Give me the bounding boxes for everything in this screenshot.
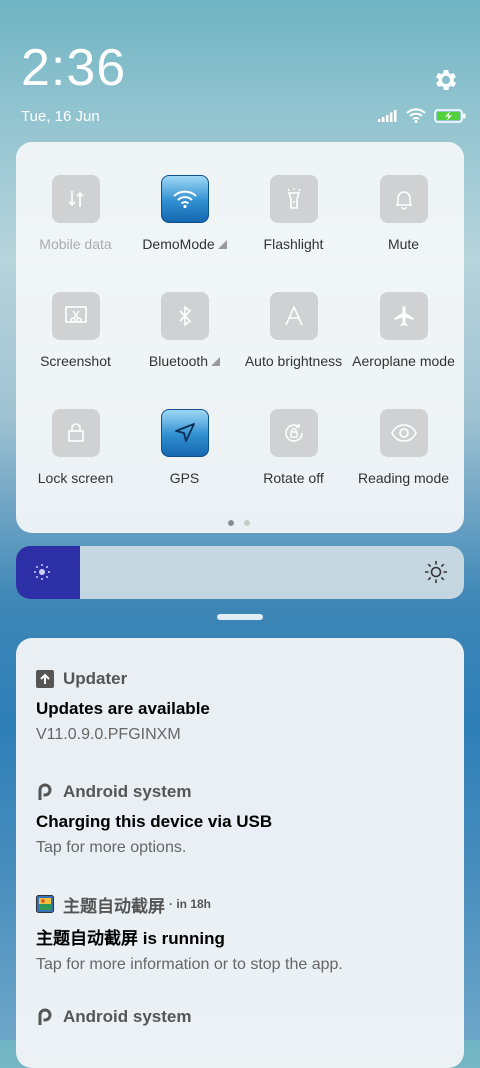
drag-handle[interactable] (217, 614, 263, 620)
signal-icon (378, 109, 397, 122)
tile-flashlight[interactable]: Flashlight (239, 175, 348, 252)
tile-mobile-data[interactable]: Mobile data (21, 175, 130, 252)
notification-header: Updater (36, 668, 456, 690)
notification-text: Tap for more options. (36, 839, 187, 856)
notification-title: Updates are available (36, 699, 210, 718)
dropdown-indicator-icon (217, 240, 227, 249)
brightness-low-icon (34, 564, 50, 580)
flashlight-icon[interactable] (269, 175, 318, 223)
system-icons (378, 108, 466, 123)
clock[interactable]: 2:36 (21, 38, 126, 98)
tile-demomode[interactable]: DemoMode (130, 175, 239, 252)
rotate-lock-icon[interactable] (269, 409, 318, 457)
gps-icon[interactable] (160, 409, 209, 457)
auto-brightness-icon[interactable] (269, 292, 318, 340)
notification-header: Android system (36, 781, 456, 803)
notification-header: 主题自动截屏 · in 18h (36, 893, 456, 916)
page-dot-2[interactable] (244, 520, 250, 526)
bluetooth-icon[interactable] (160, 292, 209, 340)
tile-label: Rotate off (263, 470, 324, 486)
status-bar: 2:36 Tue, 16 Jun (0, 0, 480, 140)
tile-auto-brightness[interactable]: Auto brightness (239, 292, 348, 369)
notification-app-name: Android system (63, 1007, 192, 1026)
notification-item[interactable]: Android system (36, 1006, 456, 1028)
date[interactable]: Tue, 16 Jun (21, 108, 100, 125)
tile-mute[interactable]: Mute (349, 175, 458, 252)
page-indicator (228, 520, 250, 526)
notification-item[interactable]: Android system Charging this device via U… (36, 781, 456, 857)
tile-reading-mode[interactable]: Reading mode (349, 409, 458, 486)
dropdown-indicator-icon (211, 357, 221, 366)
lock-icon[interactable] (51, 409, 100, 457)
tile-label: Mobile data (39, 236, 112, 252)
notification-title: Charging this device via USB (36, 812, 273, 831)
quick-settings-panel: Mobile data DemoMode Flashlight Mute Screens… (16, 142, 464, 533)
tile-label: DemoMode (130, 236, 239, 252)
tile-label: Reading mode (357, 470, 450, 486)
app-image-icon (36, 895, 54, 913)
tile-label: Bluetooth (130, 353, 239, 369)
wifi-status-icon (406, 108, 426, 123)
tile-label: Auto brightness (244, 353, 343, 369)
wifi-icon[interactable] (160, 175, 209, 223)
airplane-icon[interactable] (379, 292, 428, 340)
notification-item[interactable]: 主题自动截屏 · in 18h 主题自动截屏 is running Tap for m… (36, 893, 456, 974)
tile-bluetooth[interactable]: Bluetooth (130, 292, 239, 369)
battery-charging-icon (434, 108, 466, 123)
tile-rotate-off[interactable]: Rotate off (239, 409, 348, 486)
screenshot-icon[interactable] (51, 292, 100, 340)
brightness-high-icon (425, 561, 447, 583)
gear-icon[interactable] (432, 66, 460, 94)
notification-title: 主题自动截屏 is running (36, 929, 225, 948)
tile-screenshot[interactable]: Screenshot (21, 292, 130, 369)
mobile-data-icon[interactable] (51, 175, 100, 223)
notification-panel: Updater Updates are available V11.0.9.0.PF… (16, 638, 464, 1068)
page-dot-1[interactable] (228, 520, 234, 526)
notification-time: · in 18h (169, 897, 212, 911)
android-p-icon (36, 1008, 54, 1026)
notification-app-name: Updater (63, 669, 128, 688)
tile-lock-screen[interactable]: Lock screen (21, 409, 130, 486)
android-p-icon (36, 783, 54, 801)
arrow-up-icon (36, 670, 54, 688)
tile-label: Lock screen (37, 470, 114, 486)
notification-header: Android system (36, 1006, 456, 1028)
brightness-slider[interactable] (16, 546, 464, 599)
notification-item[interactable]: Updater Updates are available V11.0.9.0.PF… (36, 668, 456, 744)
notification-text: V11.0.9.0.PFGINXM (36, 726, 181, 743)
notification-app-name: Android system (63, 782, 192, 801)
tile-aeroplane-mode[interactable]: Aeroplane mode (349, 292, 458, 369)
tile-label: Flashlight (263, 236, 324, 252)
tile-label: Screenshot (40, 353, 111, 369)
notification-text: Tap for more information or to stop the … (36, 956, 343, 973)
tile-label: Aeroplane mode (352, 353, 455, 369)
tile-gps[interactable]: GPS (130, 409, 239, 486)
tile-label: Mute (387, 236, 420, 252)
tile-label: GPS (169, 470, 200, 486)
eye-icon[interactable] (379, 409, 428, 457)
notification-app-name: 主题自动截屏 (63, 896, 165, 916)
bell-icon[interactable] (379, 175, 428, 223)
